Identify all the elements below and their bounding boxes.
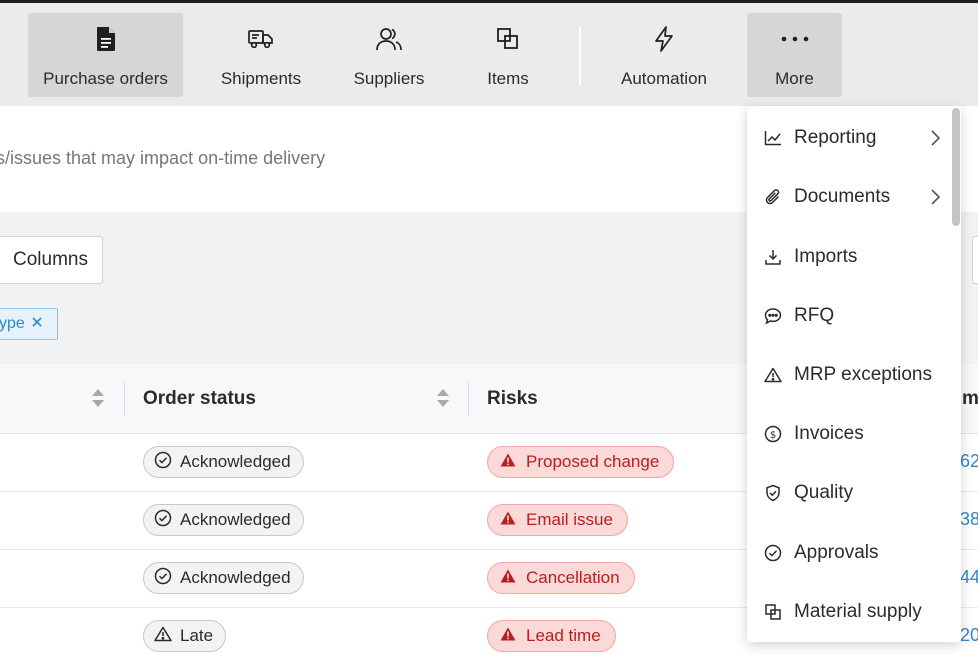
svg-text:$: $ — [770, 430, 776, 441]
menu-item-documents[interactable]: Documents — [747, 177, 947, 217]
warning-icon — [764, 366, 782, 384]
row-link[interactable]: 38 — [960, 509, 978, 530]
risk-label: Lead time — [526, 626, 601, 645]
status-badge: Acknowledged — [143, 446, 304, 478]
nav-purchase-orders[interactable]: Purchase orders — [28, 13, 183, 97]
alert-triangle-icon — [500, 510, 516, 530]
menu-item-rfq[interactable]: RFQ — [747, 296, 947, 336]
sort-icon[interactable] — [436, 387, 450, 414]
nav-label: Shipments — [220, 69, 302, 88]
dollar-icon: $ — [764, 425, 782, 443]
risk-label: Proposed change — [526, 452, 660, 471]
menu-item-label: Quality — [794, 482, 854, 503]
menu-item-label: Approvals — [794, 542, 879, 563]
toolbar-control[interactable] — [972, 236, 978, 284]
row-link[interactable]: 20 — [960, 625, 978, 646]
lightning-icon — [652, 25, 676, 53]
filter-chip[interactable]: ype — [0, 308, 58, 340]
risk-label: Email issue — [526, 510, 613, 529]
columns-button[interactable]: Columns — [0, 236, 103, 284]
menu-scrollbar[interactable] — [950, 108, 960, 642]
risk-badge[interactable]: Proposed change — [487, 446, 675, 478]
column-separator — [468, 382, 469, 416]
menu-item-reporting[interactable]: Reporting — [747, 118, 947, 158]
risk-badge[interactable]: Cancellation — [487, 562, 635, 594]
nav-suppliers[interactable]: Suppliers — [335, 13, 443, 97]
menu-item-label: MRP exceptions — [794, 364, 932, 385]
page-subtitle: s/issues that may impact on-time deliver… — [0, 148, 326, 168]
alert-triangle-icon — [500, 452, 516, 472]
truck-icon — [247, 25, 275, 53]
column-header-order-status[interactable]: Order status — [143, 364, 256, 434]
status-label: Late — [180, 626, 214, 645]
row-link[interactable]: 62 — [960, 451, 978, 472]
users-icon — [375, 25, 403, 53]
check-circle-icon — [154, 451, 172, 474]
nav-label: Suppliers — [353, 69, 425, 88]
menu-item-approvals[interactable]: Approvals — [747, 533, 947, 573]
more-icon — [780, 25, 810, 53]
column-header-risks[interactable]: Risks — [487, 364, 538, 434]
menu-item-invoices[interactable]: $ Invoices — [747, 414, 947, 454]
scrollbar-thumb[interactable] — [952, 108, 960, 226]
shield-icon — [764, 484, 782, 502]
close-icon[interactable] — [31, 315, 43, 333]
status-label: Acknowledged — [180, 452, 291, 471]
row-link[interactable]: 44 — [960, 567, 978, 588]
menu-item-imports[interactable]: Imports — [747, 237, 947, 277]
nav-shipments[interactable]: Shipments — [200, 13, 322, 97]
status-badge: Acknowledged — [143, 562, 304, 594]
menu-item-mrp-exceptions[interactable]: MRP exceptions — [747, 355, 947, 395]
paperclip-icon — [764, 188, 782, 206]
alert-triangle-icon — [500, 568, 516, 588]
menu-item-quality[interactable]: Quality — [747, 473, 947, 513]
column-header-partial[interactable]: m — [962, 364, 978, 434]
status-label: Acknowledged — [180, 510, 291, 529]
menu-item-label: Invoices — [794, 423, 864, 444]
top-navigation: Purchase orders Shipments Suppliers Item… — [0, 0, 978, 106]
menu-item-material-supply[interactable]: Material supply — [747, 592, 947, 632]
check-circle-icon — [154, 509, 172, 532]
nav-label: Automation — [621, 69, 707, 88]
menu-item-label: Documents — [794, 186, 891, 207]
chevron-right-icon — [929, 188, 941, 211]
risk-badge[interactable]: Lead time — [487, 620, 616, 652]
status-label: Acknowledged — [180, 568, 291, 587]
chevron-right-icon — [929, 129, 941, 152]
nav-label: More — [775, 69, 814, 88]
chart-icon — [764, 129, 782, 147]
status-badge: Late — [143, 620, 227, 652]
risk-label: Cancellation — [526, 568, 620, 587]
risk-badge[interactable]: Email issue — [487, 504, 628, 536]
download-icon — [764, 248, 782, 266]
menu-item-label: Material supply — [794, 601, 922, 622]
menu-item-label: Reporting — [794, 127, 877, 148]
nav-items[interactable]: Items — [466, 13, 550, 97]
nav-label: Items — [487, 69, 529, 88]
alert-triangle-icon — [500, 626, 516, 646]
sort-icon[interactable] — [91, 387, 105, 414]
nav-label: Purchase orders — [43, 69, 168, 88]
menu-item-label: Imports — [794, 246, 858, 267]
check-circle-icon — [764, 544, 782, 562]
items-icon — [495, 25, 521, 53]
nav-automation[interactable]: Automation — [604, 13, 724, 97]
status-badge: Acknowledged — [143, 504, 304, 536]
items-icon — [764, 603, 782, 621]
more-menu: Reporting Documents Imports RFQ MRP exce… — [747, 106, 961, 642]
check-circle-icon — [154, 567, 172, 590]
filter-chip-label: ype — [0, 315, 25, 332]
document-icon — [95, 25, 117, 53]
column-separator — [124, 382, 125, 416]
menu-item-label: RFQ — [794, 305, 835, 326]
nav-more[interactable]: More — [747, 13, 842, 97]
chat-icon — [764, 307, 782, 325]
warning-icon — [154, 626, 172, 647]
nav-divider — [579, 27, 581, 85]
